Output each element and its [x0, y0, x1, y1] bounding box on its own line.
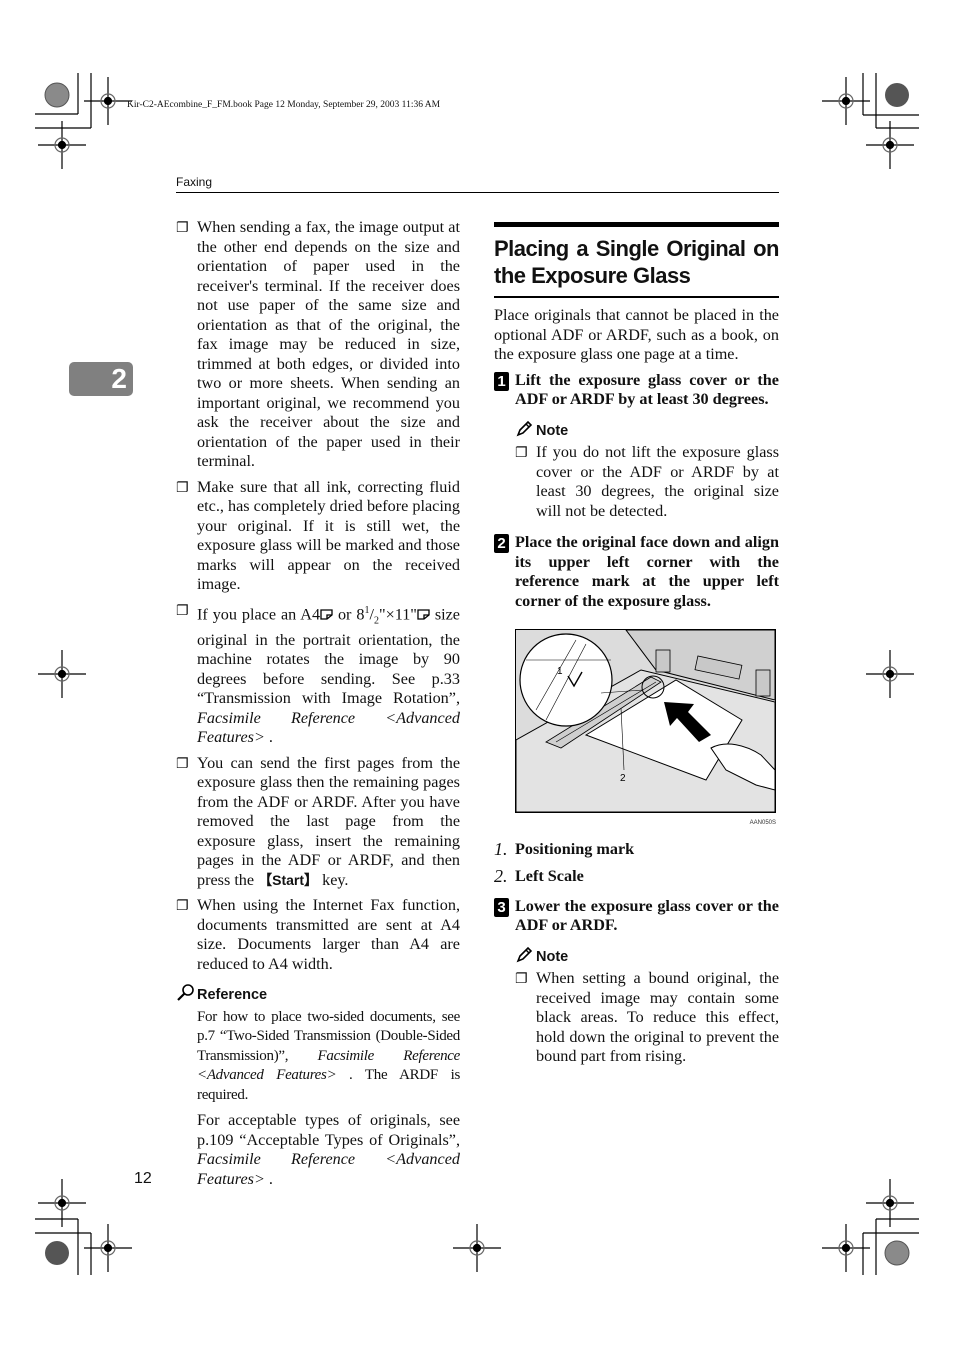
step-number-badge: 3 — [494, 897, 509, 917]
section-top-rule — [494, 222, 779, 227]
bullet-item: ❐ Make sure that all ink, correcting flu… — [176, 477, 460, 594]
registration-disc-tr — [885, 83, 909, 107]
registration-disc-bl — [45, 1241, 69, 1265]
crop-marks — [35, 73, 919, 1275]
checkbox-bullet-icon: ❐ — [515, 445, 528, 461]
note-heading: Note — [515, 420, 779, 445]
chapter-tab: 2 — [69, 362, 133, 396]
registration-target-icon — [38, 1179, 86, 1227]
reference-paragraph: For how to place two-sided documents, se… — [197, 1008, 460, 1103]
step-2: 2 Place the original face down and align… — [494, 533, 779, 611]
running-head: Faxing — [176, 175, 213, 189]
registration-target-icon — [38, 650, 86, 698]
portrait-orientation-icon — [320, 605, 333, 623]
bullet-item: ❐ If you place an A4 or 81/2"×11" size o… — [176, 602, 460, 747]
checkbox-bullet-icon: ❐ — [176, 220, 189, 236]
illustration-drawing: 1 2 — [516, 630, 775, 812]
section-bottom-rule — [494, 296, 779, 298]
registration-target-icon — [866, 650, 914, 698]
left-column: ❐ When sending a fax, the image output a… — [176, 218, 460, 1195]
note-item: ❐ If you do not lift the exposure glass … — [515, 443, 779, 520]
registration-disc-br — [884, 1240, 910, 1266]
checkbox-bullet-icon: ❐ — [176, 602, 189, 619]
portrait-orientation-icon — [417, 605, 430, 623]
step-number-badge: 1 — [494, 371, 509, 391]
right-column: Placing a Single Original on the Exposur… — [494, 222, 780, 1073]
note-item: ❐ When setting a bound original, the rec… — [515, 969, 779, 1065]
registration-target-icon — [84, 77, 132, 125]
registration-target-icon — [866, 1179, 914, 1227]
registration-target-icon — [453, 1224, 501, 1272]
registration-target-icon — [822, 1224, 870, 1272]
figure-code: AAN050S — [749, 820, 776, 826]
registration-disc-tl — [44, 82, 70, 108]
start-key-label: 【Start】 — [258, 871, 319, 888]
cross-reference[interactable]: Facsimile Reference <Advanced Features> — [197, 709, 460, 747]
bullet-item: ❐ You can send the first pages from the … — [176, 753, 460, 889]
section-intro: Place originals that cannot be placed in… — [494, 306, 779, 363]
reference-paragraph: For acceptable types of originals, see p… — [197, 1111, 460, 1188]
pencil-icon — [515, 420, 533, 445]
callout-2: 2 — [620, 773, 626, 784]
pencil-icon — [515, 946, 533, 971]
bullet-item: ❐ When using the Internet Fax function, … — [176, 896, 460, 973]
checkbox-bullet-icon: ❐ — [176, 479, 189, 496]
cross-reference[interactable]: Facsimile Reference <Advanced Features> — [197, 1150, 460, 1188]
registration-target-icon — [84, 1224, 132, 1272]
reference-body: For how to place two-sided documents, se… — [176, 1008, 460, 1190]
checkbox-bullet-icon: ❐ — [176, 898, 189, 915]
section-title: Placing a Single Original on the Exposur… — [494, 236, 780, 288]
step-number-badge: 2 — [494, 534, 509, 553]
bullet-item: ❐ When sending a fax, the image output a… — [176, 218, 460, 470]
legend-item: 1. Positioning mark — [494, 838, 635, 859]
page-number: 12 — [134, 1170, 152, 1187]
header-rule — [176, 192, 779, 193]
note-heading: Note — [515, 946, 779, 971]
magnifier-icon — [176, 983, 196, 1010]
step-1: 1 Lift the exposure glass cover or the A… — [494, 371, 779, 410]
registration-target-icon — [822, 77, 870, 125]
registration-target-icon — [38, 121, 86, 169]
step-3: 3 Lower the exposure glass cover or the … — [494, 897, 779, 936]
checkbox-bullet-icon: ❐ — [176, 755, 189, 772]
exposure-glass-illustration: 1 2 — [515, 629, 776, 813]
book-info-header: Kir-C2-AEcombine_F_FM.book Page 12 Monda… — [127, 100, 441, 110]
checkbox-bullet-icon: ❐ — [515, 971, 528, 987]
registration-target-icon — [866, 121, 914, 169]
legend-item: 2. Left Scale — [494, 866, 584, 886]
reference-heading: Reference — [176, 984, 460, 1006]
callout-1: 1 — [557, 666, 563, 677]
